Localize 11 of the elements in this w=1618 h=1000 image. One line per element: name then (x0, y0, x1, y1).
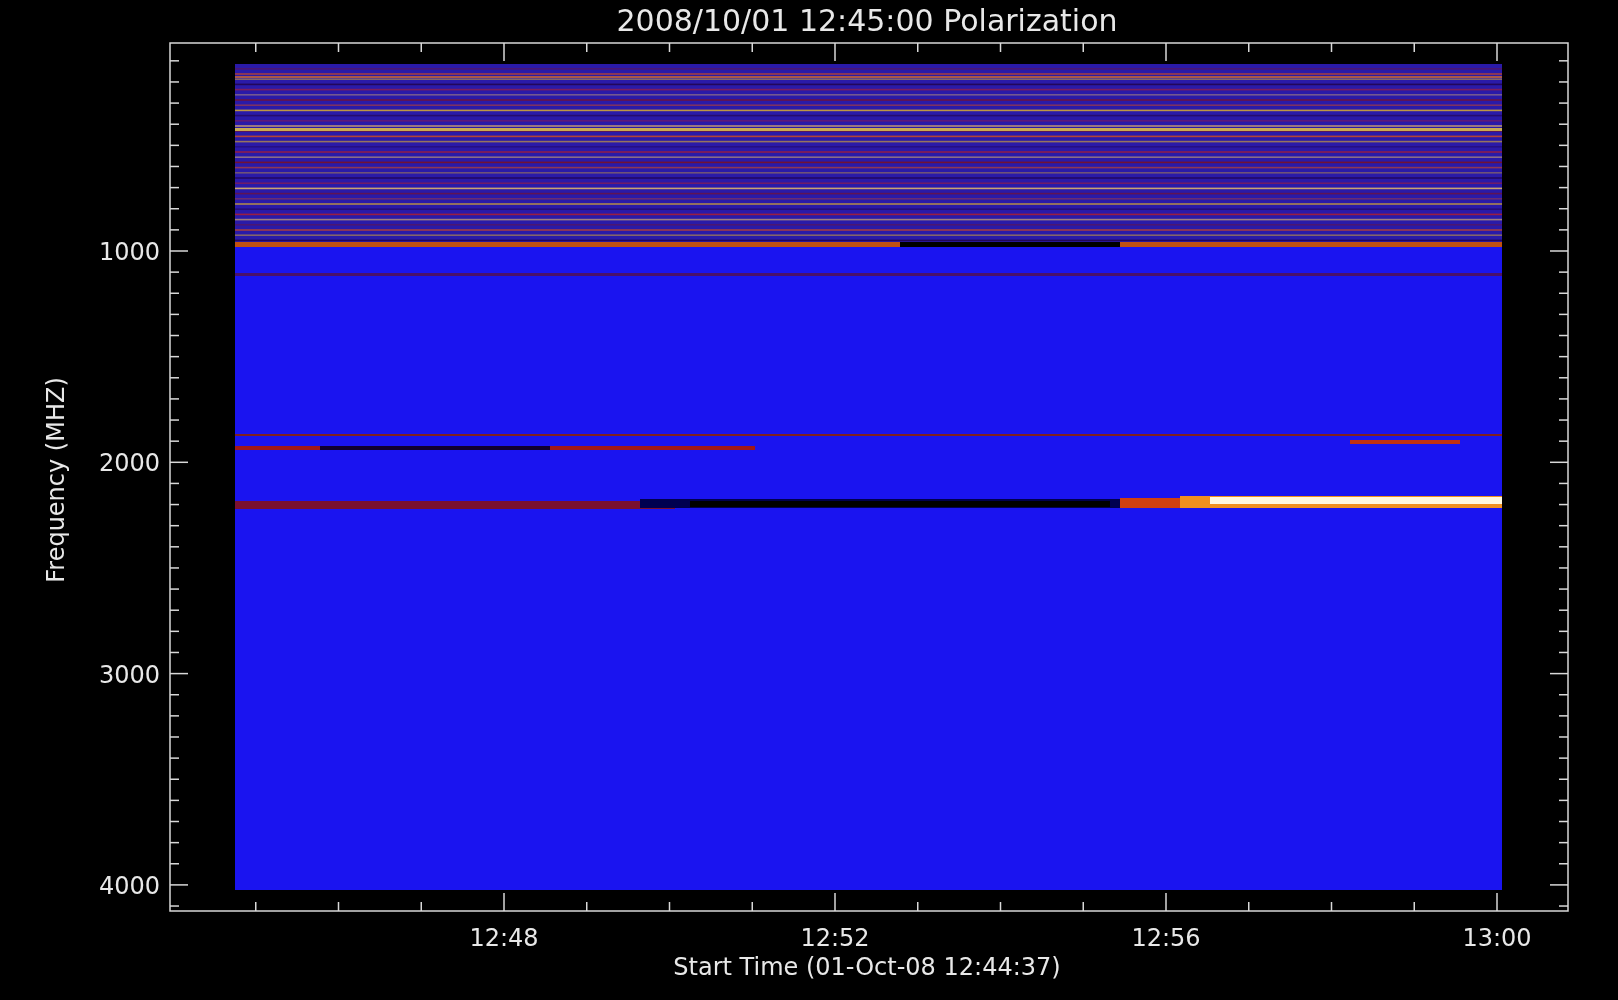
axis-tick-label: 12:56 (1131, 924, 1201, 952)
axis-tick-label: 1000 (98, 238, 160, 266)
axis-tick-label: 3000 (98, 660, 160, 689)
axis-tick-label: 13:00 (1462, 924, 1532, 952)
axis-title: Start Time (01-Oct-08 12:44:37) (673, 953, 1061, 981)
chart-title: 2008/10/01 12:45:00 Polarization (616, 3, 1118, 38)
axis-title: Frequency (MHZ) (42, 377, 70, 583)
axis-tick-label: 4000 (98, 871, 160, 900)
axis-tick-label: 12:48 (469, 924, 539, 952)
axis-tick-label: 12:52 (800, 924, 870, 952)
axis-tick-label: 2000 (98, 449, 160, 478)
